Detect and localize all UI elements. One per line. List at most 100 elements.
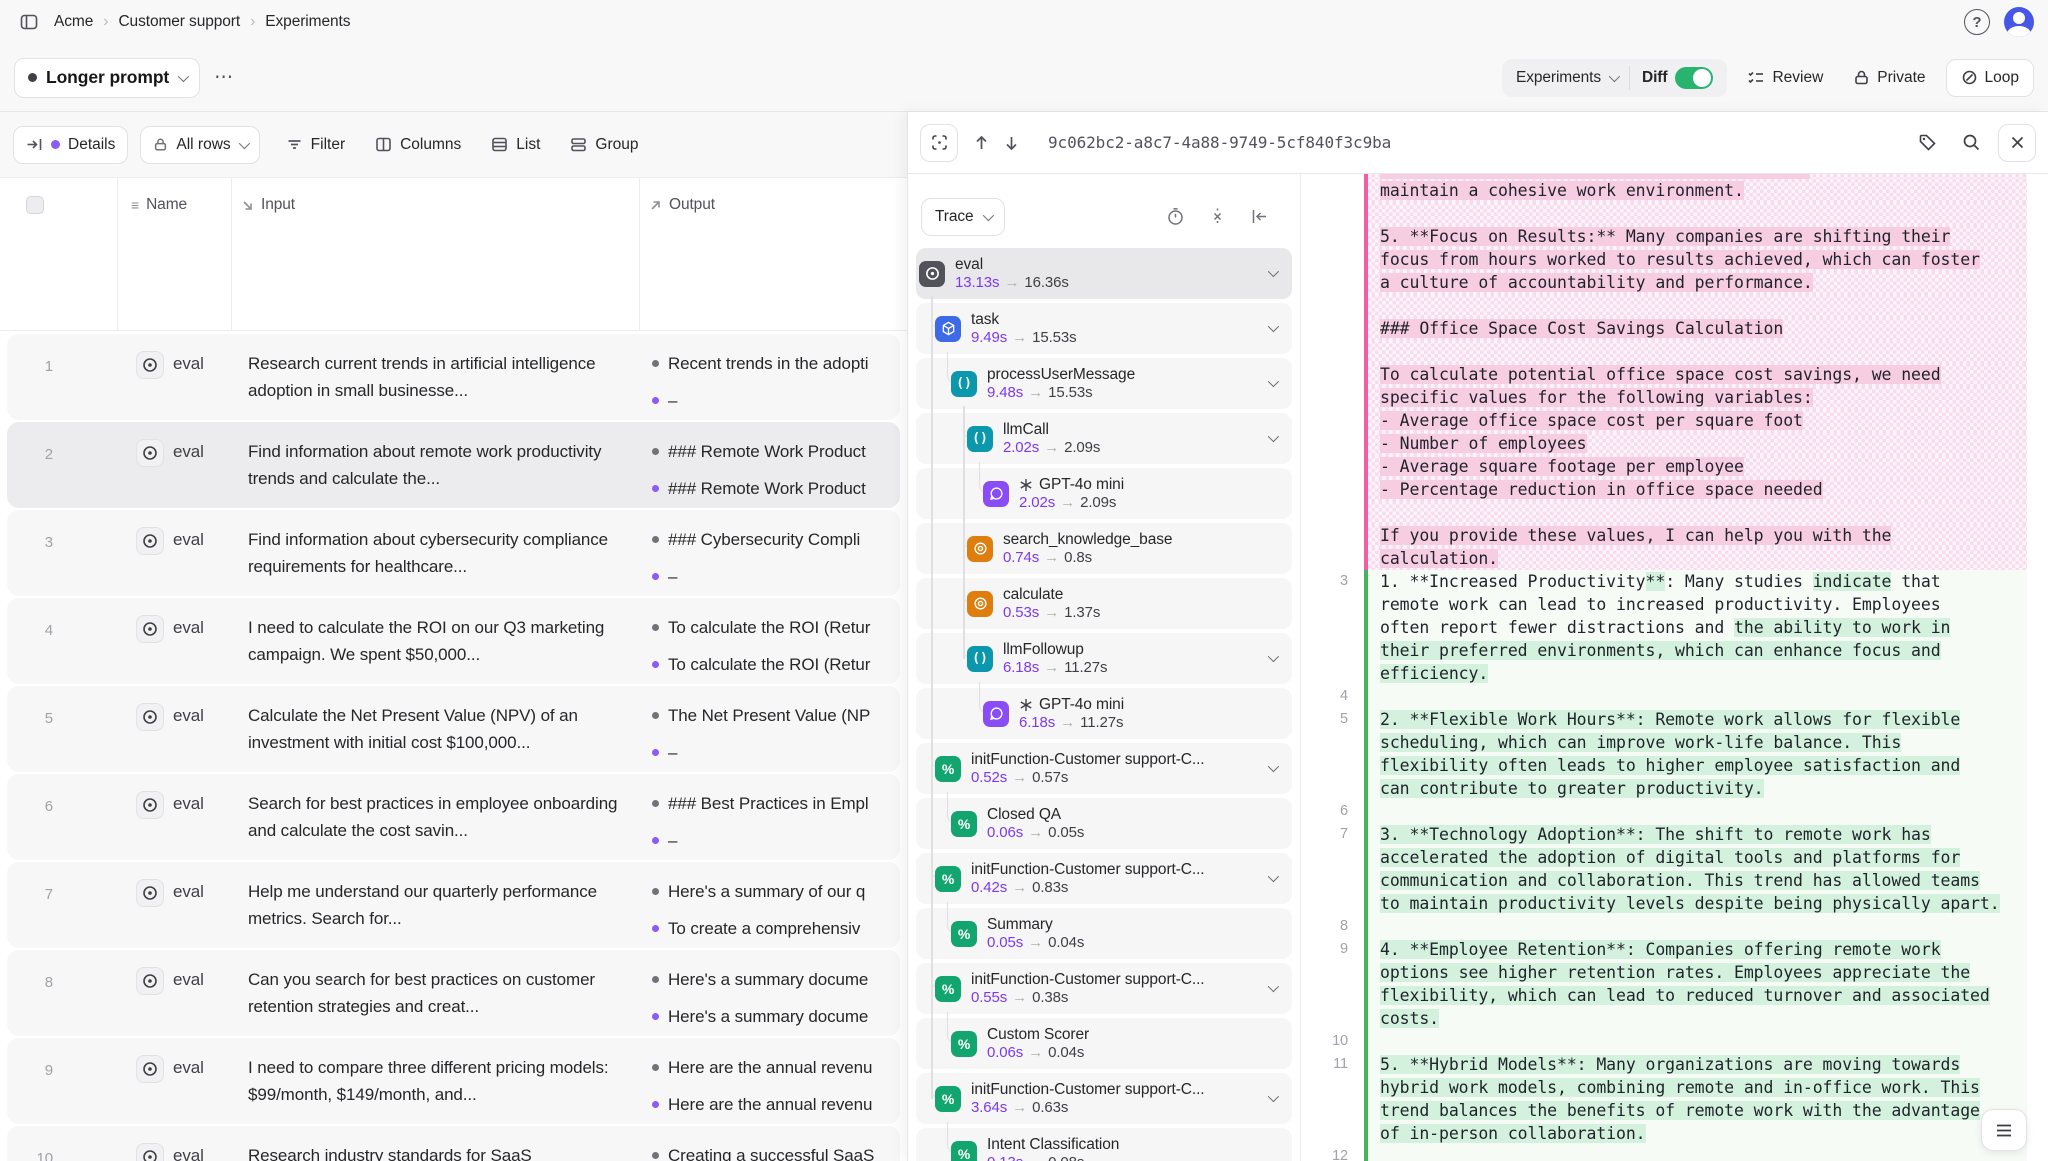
score-span-icon: % (935, 1086, 961, 1112)
fn-span-icon: () (967, 426, 993, 452)
output-text: Here's a summary of our q (668, 882, 865, 902)
diff-line: 31. **Increased Productivity**: Many stu… (1301, 570, 2048, 593)
diff-line-number (1301, 1099, 1364, 1122)
column-header-output[interactable]: Output (649, 196, 715, 214)
diff-line: 52. **Flexible Work Hours**: Remote work… (1301, 708, 2048, 731)
diff-line (1301, 202, 2048, 225)
rows-filter-button[interactable]: All rows (140, 126, 259, 164)
diff-line-text: specific values for the following variab… (1368, 386, 2027, 409)
chevron-down-icon[interactable] (1268, 376, 1279, 387)
experiment-name: Longer prompt (46, 67, 169, 88)
trace-span-row[interactable]: GPT-4o mini2.02s→2.09s (916, 468, 1292, 519)
trace-span-row[interactable]: GPT-4o mini6.18s→11.27s (916, 688, 1292, 739)
trace-span-row[interactable]: %initFunction-Customer support-C...3.64s… (916, 1073, 1292, 1124)
experiment-bar: Longer prompt ⋯ Experiments Diff Review (0, 44, 2048, 112)
chevron-down-icon (178, 70, 189, 81)
private-button[interactable]: Private (1843, 59, 1935, 97)
trace-span-row[interactable]: %Intent Classification0.13s→0.08s (916, 1128, 1292, 1161)
review-button[interactable]: Review (1737, 59, 1833, 97)
table-row[interactable]: 5evalCalculate the Net Present Value (NP… (7, 686, 900, 772)
diff-line-text: hybrid work models, combining remote and… (1368, 1076, 2027, 1099)
table-row[interactable]: 7evalHelp me understand our quarterly pe… (7, 862, 900, 948)
trace-view-select[interactable]: Trace (921, 198, 1005, 236)
more-menu-icon[interactable]: ⋯ (214, 66, 235, 89)
chevron-down-icon[interactable] (1268, 871, 1279, 882)
trace-span-row[interactable]: %initFunction-Customer support-C...0.42s… (916, 853, 1292, 904)
trace-span-row[interactable]: task9.49s→15.53s (916, 303, 1292, 354)
column-header-input[interactable]: Input (241, 196, 295, 214)
row-input: I need to compare three different pricin… (248, 1054, 630, 1110)
help-icon[interactable]: ? (1964, 9, 1990, 35)
diff-line-text: 2. **Flexible Work Hours**: Remote work … (1368, 708, 2027, 731)
table-row[interactable]: 1evalResearch current trends in artifici… (7, 334, 900, 420)
diff-line-text: scheduling, which can improve work-life … (1368, 731, 2027, 754)
breadcrumb-item[interactable]: Customer support (118, 13, 240, 31)
view-mode-select[interactable]: Experiments (1504, 69, 1629, 87)
output-dot (652, 661, 659, 668)
search-icon[interactable] (1954, 126, 1988, 160)
table-row[interactable]: 3evalFind information about cybersecurit… (7, 510, 900, 596)
close-icon[interactable] (1998, 124, 2036, 162)
experiment-select[interactable]: Longer prompt (14, 58, 200, 98)
chevron-down-icon[interactable] (1268, 431, 1279, 442)
chevron-down-icon[interactable] (1268, 761, 1279, 772)
sidebar-toggle-icon[interactable] (14, 7, 44, 37)
filter-button[interactable]: Filter (286, 136, 345, 154)
chevron-down-icon[interactable] (1268, 651, 1279, 662)
diff-line-number: 9 (1301, 938, 1364, 961)
table-row[interactable]: 9evalI need to compare three different p… (7, 1038, 900, 1124)
trace-span-row[interactable]: ()processUserMessage9.48s→15.53s (916, 358, 1292, 409)
table-row[interactable]: 8evalCan you search for best practices o… (7, 950, 900, 1036)
diff-line-number (1301, 179, 1364, 202)
stopwatch-icon[interactable] (1166, 207, 1185, 226)
prev-row-icon[interactable] (966, 128, 996, 158)
row-name: eval (173, 530, 204, 550)
score-span-icon: % (935, 866, 961, 892)
trace-span-row[interactable]: %Closed QA0.06s→0.05s (916, 798, 1292, 849)
table-row[interactable]: 2evalFind information about remote work … (7, 422, 900, 508)
score-span-icon: % (951, 811, 977, 837)
table-row[interactable]: 4evalI need to calculate the ROI on our … (7, 598, 900, 684)
next-row-icon[interactable] (996, 128, 1026, 158)
open-list-icon[interactable] (1981, 1109, 2027, 1151)
trace-span-row[interactable]: %initFunction-Customer support-C...0.52s… (916, 743, 1292, 794)
span-title: Summary (987, 915, 1084, 934)
columns-button[interactable]: Columns (375, 136, 461, 154)
output-text: – (668, 743, 677, 763)
select-all-checkbox[interactable] (26, 196, 44, 214)
chevron-down-icon[interactable] (1268, 321, 1279, 332)
chevron-down-icon[interactable] (1268, 266, 1279, 277)
avatar[interactable] (2004, 7, 2034, 37)
fit-rows-icon[interactable] (1208, 207, 1227, 226)
list-button[interactable]: List (491, 136, 540, 154)
breadcrumb-item[interactable]: Acme (54, 13, 93, 31)
checklist-icon (1747, 69, 1765, 87)
focus-icon[interactable] (920, 124, 958, 162)
chevron-down-icon[interactable] (1268, 1091, 1279, 1102)
output-dot (652, 1152, 659, 1159)
tag-icon[interactable] (1910, 126, 1944, 160)
table-row[interactable]: 6evalSearch for best practices in employ… (7, 774, 900, 860)
breadcrumb-item[interactable]: Experiments (265, 13, 350, 31)
details-button[interactable]: Details (13, 126, 128, 164)
output-dot (652, 485, 659, 492)
trace-span-row[interactable]: %Custom Scorer0.06s→0.04s (916, 1018, 1292, 1069)
diff-viewer: maintain a cohesive work environment.5. … (1300, 174, 2048, 1161)
span-duration: 6.18s→11.27s (1019, 714, 1123, 731)
column-header-name[interactable]: ≡ Name (131, 196, 187, 214)
collapse-left-icon[interactable] (1250, 207, 1269, 226)
trace-span-row[interactable]: eval13.13s→16.36s (916, 248, 1292, 299)
trace-panel: 9c062bc2-a8c7-4a88-9749-5cf840f3c9ba Tra… (907, 112, 2048, 1161)
trace-span-row[interactable]: %Summary0.05s→0.04s (916, 908, 1292, 959)
loop-button[interactable]: Loop (1946, 59, 2034, 97)
openai-icon (1019, 698, 1033, 712)
row-input: Search for best practices in employee on… (248, 790, 630, 846)
span-title: task (971, 310, 1077, 329)
chevron-down-icon[interactable] (1268, 981, 1279, 992)
group-button[interactable]: Group (570, 136, 638, 154)
output-dot (652, 448, 659, 455)
group-label: Group (595, 136, 638, 154)
trace-span-row[interactable]: %initFunction-Customer support-C...0.55s… (916, 963, 1292, 1014)
table-row[interactable]: 10evalResearch industry standards for Sa… (7, 1126, 900, 1161)
diff-toggle[interactable] (1675, 67, 1713, 89)
